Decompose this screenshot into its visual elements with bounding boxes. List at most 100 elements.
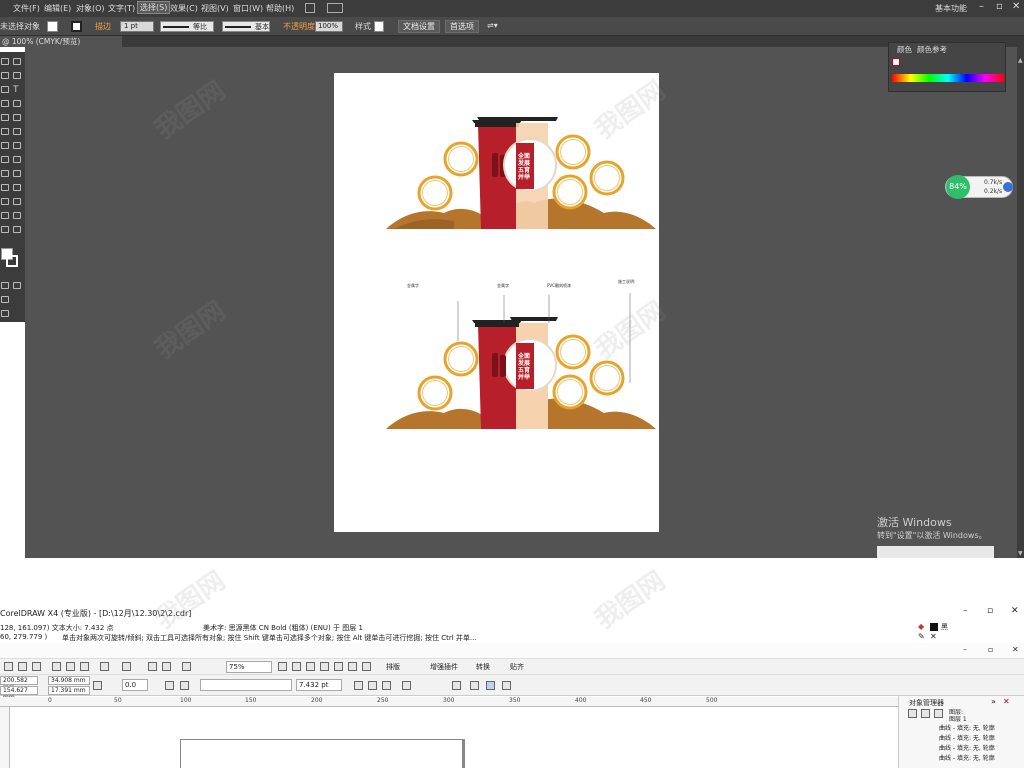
paintbrush-icon[interactable] [1,114,9,121]
stroke-weight-field[interactable]: 1 pt [120,21,154,32]
bridge-icon[interactable] [305,3,315,13]
zoom-out-icon[interactable] [292,662,301,671]
menu-close-icon[interactable]: ✕ [1012,645,1019,654]
slice-tool-icon[interactable] [13,212,21,219]
free-transform-icon[interactable] [13,142,21,149]
symbol-sprayer-icon[interactable] [1,198,9,205]
fill-swatch[interactable] [47,21,58,32]
zoom-width-icon[interactable] [348,662,357,671]
horizontal-text-icon[interactable] [470,681,479,690]
scroll-up-icon[interactable]: ▲ [1018,57,1023,64]
rectangle-tool-icon[interactable] [13,100,21,107]
color-guide-tab[interactable]: 颜色参考 [917,44,947,55]
workspace-switcher[interactable]: 基本功能 [935,3,967,14]
gradient-tool-icon[interactable] [13,170,21,177]
paste-icon[interactable] [80,662,89,671]
corel-close-icon[interactable]: ✕ [1011,606,1019,616]
pencil-icon[interactable] [13,114,21,121]
layer-manager-icon[interactable] [934,709,943,718]
underline-icon[interactable] [382,681,391,690]
menu-select[interactable]: 选择(S) [136,1,171,14]
edit-across-layers-icon[interactable] [921,709,930,718]
hand-tool-icon[interactable] [1,226,9,233]
show-properties-icon[interactable] [908,709,917,718]
restore-icon[interactable]: ▫ [996,1,1003,12]
stroke-label[interactable]: 描边 [95,21,111,32]
style-swatch[interactable] [374,21,384,32]
menu-effect[interactable]: 效果(C) [170,3,198,14]
corel-restore-icon[interactable]: ▫ [987,606,993,616]
blend-tool-icon[interactable] [13,184,21,191]
launcher-icon[interactable] [182,662,191,671]
edit-text-icon[interactable] [452,681,461,690]
menu-window[interactable]: 窗口(W) [233,3,263,14]
rotation-angle-field[interactable]: 0.0 [122,679,148,691]
network-speed-widget[interactable]: 84% 0.7k/s 0.2k/s [945,175,1013,199]
lock-ratio-icon[interactable] [93,681,102,690]
undo-icon[interactable] [100,662,109,671]
position-x-field[interactable]: 200.582 mm [0,676,38,691]
none-color-icon[interactable] [13,282,21,289]
enhance-plugin-menu[interactable]: 增强插件 [430,662,458,672]
minimize-icon[interactable]: – [979,1,984,12]
stroke-color-icon[interactable] [6,255,18,267]
line-tool-icon[interactable] [1,100,9,107]
fill-swatch-panel[interactable] [892,58,900,66]
menu-minimize-icon[interactable]: – [963,645,967,654]
close-icon[interactable]: ✕ [1012,1,1020,12]
object-row[interactable]: 曲线 - 填充: 无, 轮廓 [939,733,995,742]
perspective-grid-icon[interactable] [13,156,21,163]
type-tool-icon[interactable]: T [13,85,19,95]
preferences-button[interactable]: 首选项 [445,20,479,33]
scale-tool-icon[interactable] [13,128,21,135]
menu-edit[interactable]: 编辑(E) [44,3,71,14]
variable-width-profile[interactable]: 等比 [160,21,214,32]
stroke-swatch[interactable] [71,21,82,32]
ime-toolbar[interactable] [877,546,994,558]
draw-mode-icon[interactable] [1,296,9,303]
export-icon[interactable] [162,662,171,671]
align-icon[interactable] [402,681,411,690]
document-setup-button[interactable]: 文档设置 [398,20,440,33]
menu-object[interactable]: 对象(O) [76,3,105,14]
mesh-tool-icon[interactable] [1,170,9,177]
convert-menu[interactable]: 转换 [476,662,490,672]
new-icon[interactable] [4,662,13,671]
speed-boost-icon[interactable] [1003,182,1013,192]
magic-wand-icon[interactable] [1,72,9,79]
arrange-icon[interactable]: ⇌▾ [487,21,498,30]
menu-restore-icon[interactable]: ▫ [988,645,993,654]
menu-type[interactable]: 文字(T) [108,3,135,14]
corel-minimize-icon[interactable]: – [963,606,968,616]
document-tab[interactable]: @ 100% (CMYK/预览) [0,36,122,47]
zoom-height-icon[interactable] [362,662,371,671]
open-icon[interactable] [18,662,27,671]
import-icon[interactable] [148,662,157,671]
bold-icon[interactable] [354,681,363,690]
graph-tool-icon[interactable] [13,198,21,205]
mirror-v-icon[interactable] [180,681,189,690]
zoom-tool-icon[interactable] [13,226,21,233]
cut-icon[interactable] [52,662,61,671]
zoom-in-icon[interactable] [278,662,287,671]
italic-icon[interactable] [368,681,377,690]
color-tab[interactable]: 颜色 [897,44,912,55]
vertical-scrollbar[interactable]: ▲ ▼ [1017,40,1024,558]
color-spectrum[interactable] [892,74,1004,82]
object-row[interactable]: 曲线 - 填充: 无, 轮廓 [939,723,995,732]
arrange-documents-icon[interactable] [327,3,343,13]
opacity-label[interactable]: 不透明度 [283,21,315,32]
vertical-text-icon[interactable] [502,681,511,690]
mirror-h-icon[interactable] [165,681,174,690]
coreldraw-canvas[interactable] [10,707,898,768]
width-tool-icon[interactable] [1,142,9,149]
height-field[interactable]: 17.391 mm [48,686,90,695]
rotate-tool-icon[interactable] [1,128,9,135]
zoom-all-icon[interactable] [320,662,329,671]
zoom-level-select[interactable]: 75% [226,661,272,673]
zoom-selected-icon[interactable] [306,662,315,671]
menu-help[interactable]: 帮助(H) [266,3,294,14]
pen-tool-icon[interactable] [1,86,9,93]
artboard-tool-icon[interactable] [1,212,9,219]
menu-file[interactable]: 文件(F) [13,3,40,14]
